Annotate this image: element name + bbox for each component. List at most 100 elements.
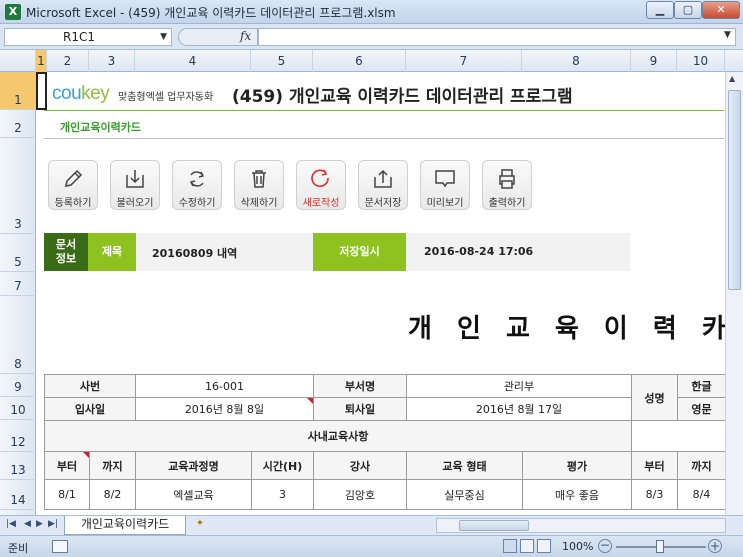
column-label: 교육 형태 (406, 451, 523, 480)
maximize-button[interactable]: ▢ (674, 1, 702, 19)
name-box[interactable]: R1C1 ▼ (4, 28, 172, 46)
row-header[interactable]: 5 (0, 234, 36, 272)
column-label: 강사 (313, 451, 407, 480)
row-number: 8 (14, 357, 22, 371)
column-header[interactable]: 10 (677, 50, 725, 72)
edit-label: 수정하기 (178, 198, 216, 209)
column-label: 시간(H) (251, 451, 314, 480)
close-button[interactable]: ✕ (702, 1, 740, 19)
row-header[interactable]: 8 (0, 296, 36, 374)
expand-formula-icon[interactable]: ▼ (724, 30, 731, 40)
prev-sheet-icon[interactable]: ◀ (24, 519, 31, 529)
load-button[interactable]: 불러오기 (110, 160, 160, 210)
column-header[interactable]: 5 (251, 50, 313, 72)
table-cell[interactable]: 8/2 (89, 479, 136, 510)
logo-tagline: 맞춤형엑셀 업무자동화 (118, 92, 214, 103)
column-header[interactable]: 3 (89, 50, 135, 72)
column-header[interactable]: 6 (313, 50, 406, 72)
row-header[interactable]: 10 (0, 397, 36, 420)
active-cell[interactable] (36, 72, 47, 110)
table-cell[interactable]: 실무중심 (406, 479, 523, 510)
row-header[interactable]: 14 (0, 480, 36, 510)
dept-cell[interactable]: 관리부 (406, 374, 632, 398)
minimize-button[interactable]: ▁ (646, 1, 674, 19)
register-button[interactable]: 등록하기 (48, 160, 98, 210)
emp-no-cell[interactable]: 16-001 (135, 374, 314, 398)
macro-record-icon[interactable] (52, 540, 68, 553)
table-cell[interactable]: 매우 좋음 (522, 479, 632, 510)
row-number: 3 (14, 217, 22, 231)
trash-icon (252, 170, 266, 188)
row-number: 1 (14, 93, 22, 107)
load-label: 불러오기 (116, 198, 154, 209)
delete-label: 삭제하기 (240, 198, 278, 209)
row-header[interactable]: 2 (0, 110, 36, 138)
formula-bar: R1C1 ▼ fx ▼ (0, 24, 743, 50)
insert-sheet-icon[interactable]: ✦ (190, 518, 210, 532)
scroll-thumb[interactable] (728, 90, 741, 290)
normal-view-icon[interactable] (503, 539, 517, 553)
formula-input[interactable] (258, 28, 736, 46)
excel-app-icon[interactable]: X (5, 4, 21, 20)
zoom-in-icon[interactable]: + (708, 539, 722, 553)
join-date-cell[interactable]: 2016년 8월 8일 (135, 397, 314, 421)
load-icon (126, 170, 144, 188)
last-sheet-icon[interactable]: ▶| (48, 519, 58, 529)
page-break-icon[interactable] (537, 539, 551, 553)
horizontal-scrollbar[interactable] (436, 518, 726, 533)
column-header[interactable]: 8 (522, 50, 631, 72)
table-cell[interactable]: 8/1 (44, 479, 90, 510)
column-header[interactable]: 2 (47, 50, 89, 72)
first-sheet-icon[interactable]: |◀ (6, 519, 16, 529)
name-box-value: R1C1 (63, 30, 95, 44)
row-header[interactable]: 7 (0, 272, 36, 296)
chevron-down-icon[interactable]: ▼ (160, 29, 167, 45)
table-cell[interactable]: 김앙호 (313, 479, 407, 510)
subject-label: 제목 (88, 233, 136, 271)
leave-date-label: 퇴사일 (313, 397, 407, 421)
column-header[interactable]: 1 (36, 50, 47, 72)
row-header[interactable]: 3 (0, 138, 36, 234)
row-header[interactable]: 1 (0, 72, 36, 110)
card-title: 개 인 교 육 이 력 카 드 (408, 314, 743, 344)
preview-label: 미리보기 (426, 198, 464, 209)
subject-value[interactable]: 20160809 내역 (152, 245, 237, 261)
saved-at-value[interactable]: 2016-08-24 17:06 (424, 245, 533, 258)
new-document-label: 새로작성 (302, 198, 340, 209)
scroll-up-icon[interactable]: ▲ (729, 74, 735, 83)
column-header[interactable]: 7 (406, 50, 522, 72)
zoom-slider-thumb[interactable] (656, 540, 664, 553)
zoom-level[interactable]: 100% (562, 540, 593, 553)
pencil-icon (65, 169, 83, 187)
scroll-thumb[interactable] (459, 520, 529, 531)
column-header[interactable]: 4 (135, 50, 251, 72)
row-header[interactable]: 9 (0, 374, 36, 397)
table-cell[interactable]: 8/4 (677, 479, 726, 510)
zoom-out-icon[interactable]: − (598, 539, 612, 553)
save-document-button[interactable]: 문서저장 (358, 160, 408, 210)
row-header[interactable]: 12 (0, 420, 36, 452)
new-document-button[interactable]: 새로작성 (296, 160, 346, 210)
leave-date-cell[interactable]: 2016년 8월 17일 (406, 397, 632, 421)
worksheet-grid: 1 2 3 4 5 6 7 8 9 10 1 2 3 5 7 8 9 10 12… (0, 50, 743, 515)
print-button[interactable]: 출력하기 (482, 160, 532, 210)
select-all-corner[interactable] (0, 50, 36, 72)
delete-button[interactable]: 삭제하기 (234, 160, 284, 210)
divider (44, 138, 724, 139)
register-label: 등록하기 (54, 198, 92, 209)
sheet-tab[interactable]: 개인교육이력카드 (64, 516, 186, 535)
preview-button[interactable]: 미리보기 (420, 160, 470, 210)
next-sheet-icon[interactable]: ▶ (36, 519, 43, 529)
sheet-tab-bar: |◀ ◀ ▶ ▶| 개인교육이력카드 ✦ (0, 515, 743, 535)
table-cell[interactable]: 엑셀교육 (135, 479, 252, 510)
page-layout-icon[interactable] (520, 539, 534, 553)
column-header[interactable]: 9 (631, 50, 677, 72)
table-cell[interactable]: 8/3 (631, 479, 678, 510)
row-header[interactable]: 13 (0, 452, 36, 480)
vertical-scrollbar[interactable]: ▲ (725, 72, 743, 515)
row-number: 7 (14, 279, 22, 293)
insert-function-icon[interactable]: fx (240, 29, 251, 43)
edit-button[interactable]: 수정하기 (172, 160, 222, 210)
table-cell[interactable]: 3 (251, 479, 314, 510)
name-en-label: 영문 (677, 397, 726, 421)
